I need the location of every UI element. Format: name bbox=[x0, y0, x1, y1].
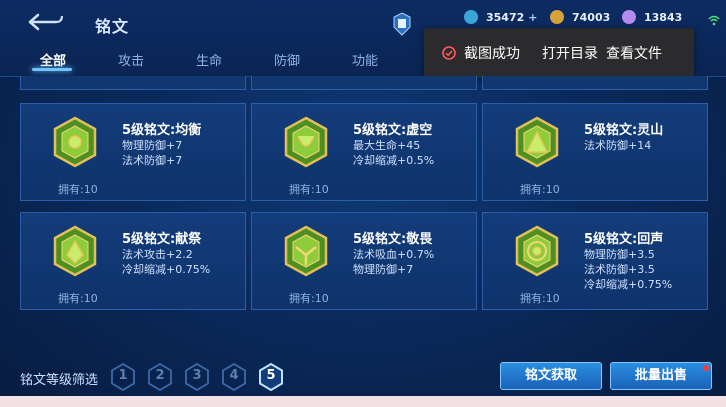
level-filter-label: 铭文等级筛选 bbox=[20, 373, 99, 388]
currency-bar: 35472 + 74003 13843 bbox=[464, 10, 726, 30]
crystal-icon bbox=[622, 10, 636, 24]
add-diamond-button[interactable]: + bbox=[528, 11, 537, 24]
rune-card[interactable]: 拥有:10 5级铭文:献祭 法术攻击+2.2 冷却缩减+0.75% bbox=[20, 212, 246, 310]
notification-dot bbox=[703, 365, 709, 371]
rune-stat: 冷却缩减+0.75% bbox=[122, 263, 211, 276]
level-number: 3 bbox=[192, 368, 202, 383]
owned-count: 拥有:10 bbox=[58, 183, 98, 196]
rune-stats: 法术攻击+2.2 冷却缩减+0.75% bbox=[122, 247, 210, 277]
check-circle-icon bbox=[442, 46, 456, 60]
rune-name: 5级铭文:献祭 bbox=[122, 232, 202, 247]
rune-stats: 物理防御+7 法术防御+7 bbox=[122, 138, 182, 168]
gold-coin-icon bbox=[550, 10, 564, 24]
bottom-strip bbox=[0, 396, 726, 407]
level-number: 2 bbox=[155, 368, 165, 383]
crystal-counter: 13843 bbox=[622, 10, 682, 24]
rune-name: 5级铭文:虚空 bbox=[353, 123, 433, 138]
rune-stat: 物理防御+3.5 bbox=[584, 248, 655, 261]
tab-health[interactable]: 生命 bbox=[196, 50, 222, 69]
rune-stat: 物理防御+7 bbox=[353, 263, 414, 276]
rune-card-partial[interactable] bbox=[251, 76, 477, 90]
owned-count: 拥有:10 bbox=[520, 183, 560, 196]
open-directory-link[interactable]: 打开目录 bbox=[542, 43, 598, 63]
level-number: 1 bbox=[118, 368, 128, 383]
rune-card[interactable]: 拥有:10 5级铭文:虚空 最大生命+45 冷却缩减+0.5% bbox=[251, 103, 477, 201]
gold-coin-counter: 74003 bbox=[550, 10, 610, 24]
batch-sell-button[interactable]: 批量出售 bbox=[610, 362, 712, 390]
rune-stat: 冷却缩减+0.5% bbox=[353, 154, 435, 167]
owned-count: 拥有:10 bbox=[58, 292, 98, 305]
owned-count: 拥有:10 bbox=[289, 183, 329, 196]
bottom-bar: 铭文等级筛选 1 2 3 4 5 铭文获取 批量出售 bbox=[0, 356, 726, 396]
rune-awe-icon bbox=[284, 225, 328, 277]
rune-stat: 法术攻击+2.2 bbox=[122, 248, 193, 261]
rune-stats: 物理防御+3.5 法术防御+3.5 冷却缩减+0.75% bbox=[584, 247, 672, 292]
rune-card-partial[interactable] bbox=[20, 76, 246, 90]
rune-stat: 法术吸血+0.7% bbox=[353, 248, 435, 261]
rune-void-icon bbox=[284, 116, 328, 168]
level-number: 5 bbox=[266, 368, 276, 383]
rune-spirit-mountain-icon bbox=[515, 116, 559, 168]
rune-stat: 法术防御+7 bbox=[122, 154, 183, 167]
rune-echo-icon bbox=[515, 225, 559, 277]
level-filter-5[interactable]: 5 bbox=[258, 362, 284, 392]
rune-name: 5级铭文:回声 bbox=[584, 232, 664, 247]
rune-stat: 法术防御+3.5 bbox=[584, 263, 655, 276]
rune-card[interactable]: 拥有:10 5级铭文:回声 物理防御+3.5 法术防御+3.5 冷却缩减+0.7… bbox=[482, 212, 708, 310]
tab-utility[interactable]: 功能 bbox=[352, 50, 378, 69]
tab-all[interactable]: 全部 bbox=[40, 50, 66, 69]
rune-card[interactable]: 拥有:10 5级铭文:灵山 法术防御+14 bbox=[482, 103, 708, 201]
owned-count: 拥有:10 bbox=[289, 292, 329, 305]
rune-sacrifice-icon bbox=[53, 225, 97, 277]
diamond-coupon-icon bbox=[464, 10, 478, 24]
tab-attack[interactable]: 攻击 bbox=[118, 50, 144, 69]
view-file-link[interactable]: 查看文件 bbox=[606, 43, 662, 63]
rune-name: 5级铭文:均衡 bbox=[122, 123, 202, 138]
tab-defense[interactable]: 防御 bbox=[274, 50, 300, 69]
level-filter-2[interactable]: 2 bbox=[147, 362, 173, 392]
rune-grid: 拥有:10 5级铭文:均衡 物理防御+7 法术防御+7 拥有:10 5级铭文:虚… bbox=[0, 76, 726, 356]
batch-sell-label: 批量出售 bbox=[634, 368, 687, 383]
category-tabs: 全部 攻击 生命 防御 功能 bbox=[0, 44, 420, 76]
rune-card-partial[interactable] bbox=[482, 76, 708, 90]
rune-card[interactable]: 拥有:10 5级铭文:均衡 物理防御+7 法术防御+7 bbox=[20, 103, 246, 201]
diamond-coupon-counter[interactable]: 35472 + bbox=[464, 10, 538, 24]
rune-balance-icon bbox=[53, 116, 97, 168]
rune-stat: 法术防御+14 bbox=[584, 139, 652, 152]
page-title: 铭文 bbox=[95, 17, 130, 36]
toast-message: 截图成功 bbox=[464, 46, 520, 62]
wifi-icon bbox=[708, 15, 720, 26]
season-emblem-icon[interactable] bbox=[392, 12, 412, 36]
owned-count: 拥有:10 bbox=[520, 292, 560, 305]
rune-stat: 最大生命+45 bbox=[353, 139, 421, 152]
active-tab-indicator bbox=[32, 68, 72, 71]
rune-stat: 物理防御+7 bbox=[122, 139, 183, 152]
rune-name: 5级铭文:敬畏 bbox=[353, 232, 433, 247]
level-number: 4 bbox=[229, 368, 239, 383]
rune-stats: 法术防御+14 bbox=[584, 138, 651, 153]
rune-card[interactable]: 拥有:10 5级铭文:敬畏 法术吸血+0.7% 物理防御+7 bbox=[251, 212, 477, 310]
back-arrow-icon[interactable] bbox=[22, 10, 64, 34]
rune-name: 5级铭文:灵山 bbox=[584, 123, 664, 138]
level-filter-4[interactable]: 4 bbox=[221, 362, 247, 392]
rune-stat: 冷却缩减+0.75% bbox=[584, 278, 673, 291]
rune-stats: 法术吸血+0.7% 物理防御+7 bbox=[353, 247, 434, 277]
rune-acquire-button[interactable]: 铭文获取 bbox=[500, 362, 602, 390]
rune-stats: 最大生命+45 冷却缩减+0.5% bbox=[353, 138, 434, 168]
level-filter-1[interactable]: 1 bbox=[110, 362, 136, 392]
screenshot-toast: 截图成功 打开目录 查看文件 bbox=[424, 28, 694, 78]
level-filter-3[interactable]: 3 bbox=[184, 362, 210, 392]
